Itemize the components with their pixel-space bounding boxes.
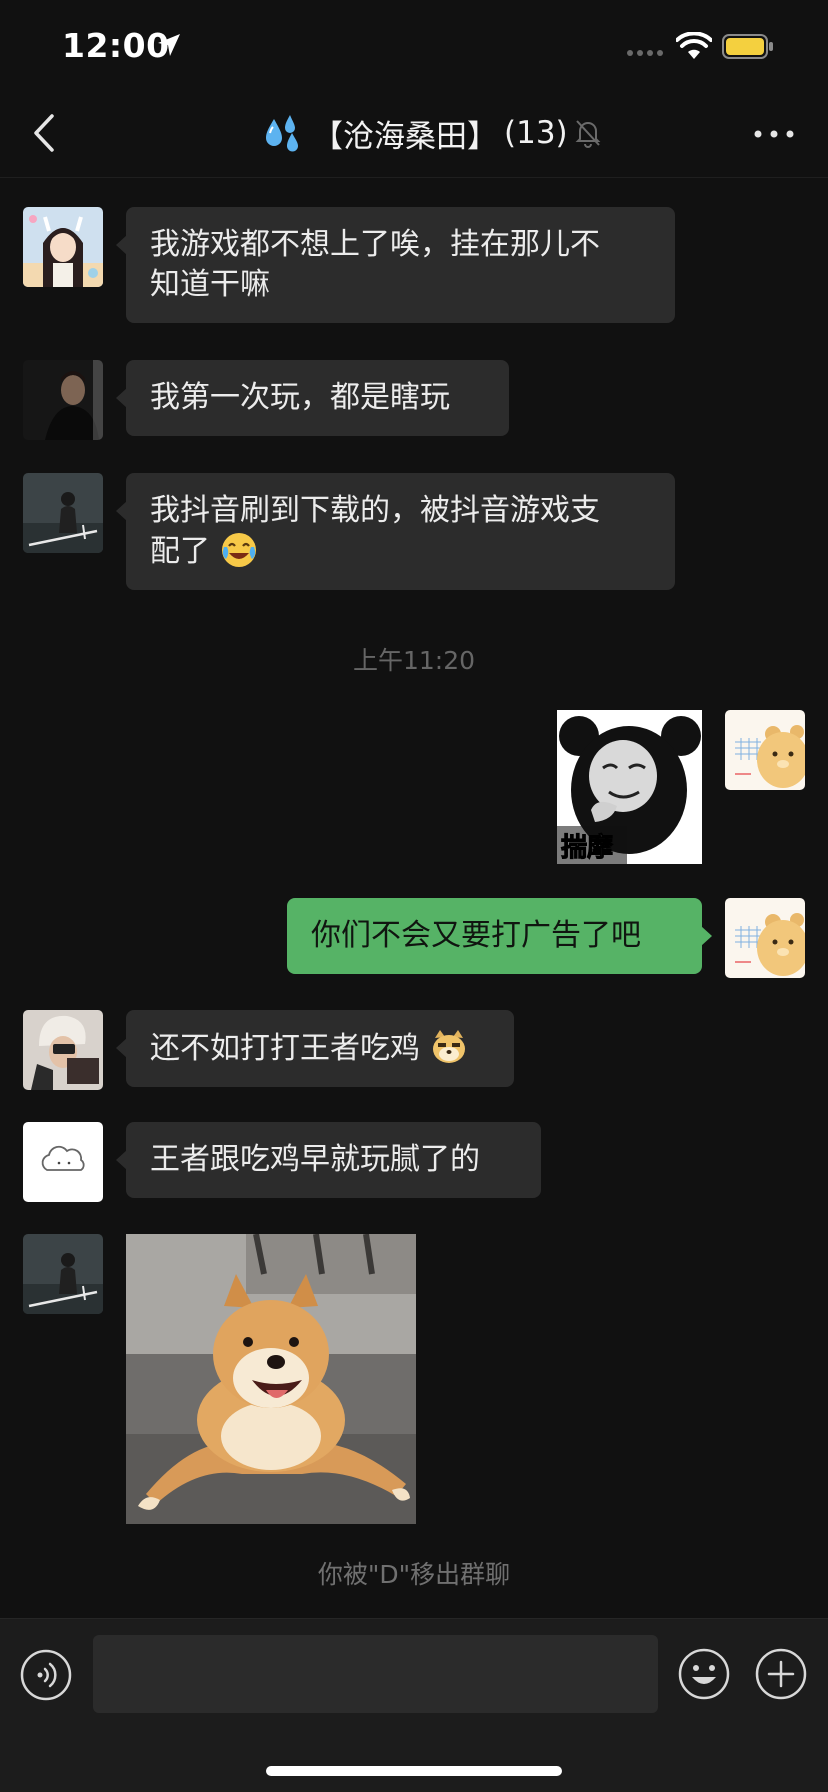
message-text-line: 我第一次玩，都是瞎玩 xyxy=(150,380,450,415)
mute-bell-icon xyxy=(575,120,601,148)
message-text-line: 还不如打打王者吃鸡 xyxy=(150,1031,420,1066)
message-bubble[interactable]: 我抖音刷到下载的，被抖音游戏支 配了 xyxy=(116,473,675,590)
member-count: (13) xyxy=(504,115,568,151)
timestamp: 上午11:20 xyxy=(352,646,476,675)
message-text-line: 配了 xyxy=(150,534,210,569)
home-indicator[interactable] xyxy=(266,1766,562,1776)
avatar-bear-cartoon[interactable] xyxy=(725,898,805,978)
more-attachments-plus-icon[interactable] xyxy=(754,1647,808,1701)
message-bubble[interactable]: 我第一次玩，都是瞎玩 xyxy=(116,360,509,436)
message-text-line: 知道干嘛 xyxy=(150,267,270,302)
signal-icon xyxy=(627,50,665,58)
sweat-droplets-icon xyxy=(266,115,298,152)
message-bubble[interactable]: 王者跟吃鸡早就玩腻了的 xyxy=(116,1122,541,1198)
battery-icon xyxy=(722,34,773,59)
doge-emoji-icon xyxy=(432,1030,465,1063)
back-chevron-icon[interactable] xyxy=(22,108,68,158)
laughing-crying-emoji-icon xyxy=(221,533,256,567)
more-options-icon[interactable] xyxy=(748,112,800,156)
status-bar: 12:00 xyxy=(0,0,828,90)
message-text-line: 我抖音刷到下载的，被抖音游戏支 xyxy=(150,493,600,528)
message-text-line: 王者跟吃鸡早就玩腻了的 xyxy=(150,1142,480,1177)
status-time: 12:00 xyxy=(62,26,170,65)
avatar-anime-girl[interactable] xyxy=(23,207,103,287)
avatar-man-portrait[interactable] xyxy=(23,360,103,440)
avatar-woman-selfie[interactable] xyxy=(23,1010,103,1090)
message-bubble-outgoing[interactable]: 你们不会又要打广告了吧 xyxy=(287,898,712,974)
message-bubble[interactable]: 还不如打打王者吃鸡 xyxy=(116,1010,514,1087)
shiba-dog-sticker[interactable] xyxy=(126,1234,416,1524)
message-text-line: 你们不会又要打广告了吧 xyxy=(311,918,641,953)
avatar-figure-with-sword[interactable] xyxy=(23,473,103,553)
avatar-figure-with-sword[interactable] xyxy=(23,1234,103,1314)
system-notice: 你被"D"移出群聊 xyxy=(317,1560,511,1589)
chat-title: 【沧海桑田】 xyxy=(312,118,498,155)
avatar-bear-cartoon[interactable] xyxy=(725,710,805,790)
wechat-group-chat-screen: 12:00 【沧海桑田】 (13) 我游戏都不想上了唉，挂在那儿不 知道干嘛 我… xyxy=(0,0,828,1792)
location-arrow-icon xyxy=(158,34,180,56)
avatar-cloud[interactable] xyxy=(23,1122,103,1202)
message-text-line: 我游戏都不想上了唉，挂在那儿不 xyxy=(150,227,600,262)
sticker-caption: 揣摩 xyxy=(561,832,613,863)
panda-meme-sticker[interactable]: 揣摩 xyxy=(557,710,702,864)
message-input[interactable] xyxy=(93,1635,658,1713)
voice-input-icon[interactable] xyxy=(20,1649,72,1701)
wifi-icon xyxy=(676,32,712,59)
message-bubble[interactable]: 我游戏都不想上了唉，挂在那儿不 知道干嘛 xyxy=(116,207,675,323)
chat-title-area[interactable]: 【沧海桑田】 (13) xyxy=(262,108,602,158)
emoji-picker-icon[interactable] xyxy=(677,1647,731,1701)
navigation-bar: 【沧海桑田】 (13) xyxy=(0,90,828,178)
